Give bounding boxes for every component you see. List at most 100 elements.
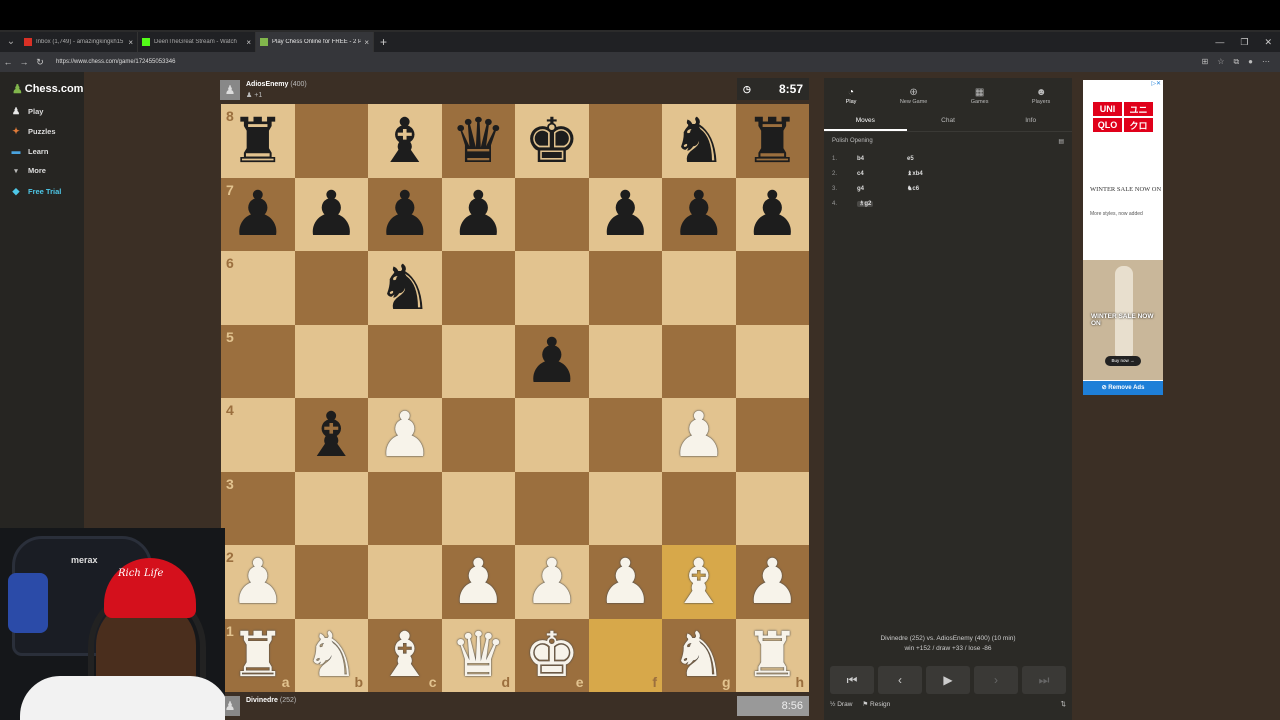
white-pawn-icon[interactable]: ♟ [597, 550, 653, 613]
ad-choices-icon[interactable]: ▷✕ [1151, 80, 1161, 87]
square-b1[interactable]: b ♞ [294, 618, 368, 692]
advertisement[interactable]: ▷✕ UNI ユニ QLO クロ WINTER SALE NOW ON More… [1083, 80, 1163, 395]
panel-players-button[interactable]: ☻ Players [1032, 87, 1050, 105]
square-f6[interactable] [588, 251, 662, 325]
square-e3[interactable] [515, 471, 589, 545]
sidebar-item-more[interactable]: ▾ More [10, 166, 46, 175]
panel-new-game-button[interactable]: ⊕ New Game [900, 87, 928, 105]
square-e8[interactable]: ♚ [515, 104, 589, 178]
square-f7[interactable]: ♟ [588, 177, 662, 251]
square-h2[interactable]: ♟ [735, 545, 809, 619]
white-bishop-icon[interactable]: ♝ [377, 624, 433, 686]
square-c8[interactable]: ♝ [368, 104, 442, 178]
black-pawn-icon[interactable]: ♟ [671, 183, 727, 245]
black-pawn-icon[interactable]: ♟ [450, 183, 506, 245]
square-c3[interactable] [368, 471, 442, 545]
white-rook-icon[interactable]: ♜ [230, 624, 286, 686]
tab-search-icon[interactable]: ⌄ [2, 33, 20, 51]
extensions-icon[interactable]: ⧉ [1233, 57, 1239, 67]
opponent-name[interactable]: AdiosEnemy (400) [246, 81, 307, 88]
white-king-icon[interactable]: ♚ [524, 624, 580, 686]
sidebar-item-play[interactable]: ♟ Play [10, 106, 43, 117]
last-move-button[interactable]: ⏭ [1022, 666, 1066, 694]
black-move[interactable]: e5 [907, 156, 957, 162]
square-b3[interactable] [294, 471, 368, 545]
sidebar-item-free-trial[interactable]: ◆ Free Trial [10, 186, 62, 197]
square-b2[interactable] [294, 545, 368, 619]
square-a3[interactable]: 3 [221, 471, 295, 545]
maximize-icon[interactable]: ❐ [1240, 37, 1248, 48]
white-pawn-icon[interactable]: ♟ [524, 550, 580, 613]
logo[interactable]: ♟ Chess.com [12, 82, 83, 96]
close-tab-icon[interactable]: × [364, 38, 369, 47]
square-d6[interactable] [441, 251, 515, 325]
white-pawn-icon[interactable]: ♟ [377, 403, 433, 466]
profile-icon[interactable]: ● [1248, 57, 1253, 67]
install-icon[interactable]: ⊞ [1202, 57, 1209, 67]
square-f5[interactable] [588, 324, 662, 398]
white-knight-icon[interactable]: ♞ [303, 624, 359, 686]
panel-games-button[interactable]: ▦ Games [971, 87, 989, 105]
flip-board-icon[interactable]: ⇅ [1061, 700, 1066, 708]
square-b8[interactable] [294, 104, 368, 178]
square-h6[interactable] [735, 251, 809, 325]
board-grid[interactable]: 8 ♜ ♝ ♛ ♚ ♞ ♜ 7 ♟ ♟ ♟ ♟ ♟ ♟ ♟ 6 ♞ 5 ♟ 4 ♝ ♟ ♟ 3 2 ♟ ♟ ♟ ♟ ♝ ♟ 1 a ♜ b ♞ c ♝ d ♛… [221, 104, 809, 692]
square-h3[interactable] [735, 471, 809, 545]
previous-move-button[interactable]: ‹ [878, 666, 922, 694]
square-c1[interactable]: c ♝ [368, 618, 442, 692]
close-tab-icon[interactable]: × [246, 38, 251, 47]
white-pawn-icon[interactable]: ♟ [230, 550, 286, 613]
star-icon[interactable]: ☆ [1217, 57, 1224, 67]
square-d4[interactable] [441, 398, 515, 472]
black-rook-icon[interactable]: ♜ [744, 109, 800, 172]
square-g2[interactable]: ♝ [662, 545, 736, 619]
black-rook-icon[interactable]: ♜ [230, 109, 286, 172]
black-pawn-icon[interactable]: ♟ [230, 183, 286, 245]
square-b6[interactable] [294, 251, 368, 325]
square-h8[interactable]: ♜ [735, 104, 809, 178]
opening-name[interactable]: Polish Opening [832, 138, 873, 145]
square-c7[interactable]: ♟ [368, 177, 442, 251]
opponent-avatar[interactable]: ♟ [220, 80, 240, 100]
tab-chess[interactable]: Play Chess Online for FREE - 2 Players × [256, 32, 374, 52]
square-e1[interactable]: e ♚ [515, 618, 589, 692]
square-a6[interactable]: 6 [221, 251, 295, 325]
white-queen-icon[interactable]: ♛ [450, 624, 506, 686]
square-e7[interactable] [515, 177, 589, 251]
black-pawn-icon[interactable]: ♟ [377, 183, 433, 245]
tab-gmail[interactable]: Inbox (1,749) - amazingkingkh15 × [20, 32, 138, 52]
black-move[interactable]: ♞c6 [907, 185, 957, 192]
square-a5[interactable]: 5 [221, 324, 295, 398]
square-f3[interactable] [588, 471, 662, 545]
square-f2[interactable]: ♟ [588, 545, 662, 619]
square-b7[interactable]: ♟ [294, 177, 368, 251]
square-f4[interactable] [588, 398, 662, 472]
square-h5[interactable] [735, 324, 809, 398]
black-pawn-icon[interactable]: ♟ [597, 183, 653, 245]
square-f8[interactable] [588, 104, 662, 178]
square-e4[interactable] [515, 398, 589, 472]
square-g6[interactable] [662, 251, 736, 325]
minimize-icon[interactable]: — [1215, 37, 1224, 47]
white-bishop-icon[interactable]: ♝ [671, 550, 727, 613]
panel-play-button[interactable]: ◔ Play [846, 87, 857, 105]
black-move[interactable]: ♝xb4 [907, 170, 957, 177]
tab-moves[interactable]: Moves [824, 110, 907, 131]
square-e2[interactable]: ♟ [515, 545, 589, 619]
player-name[interactable]: Divinedre (252) [246, 697, 296, 704]
square-g7[interactable]: ♟ [662, 177, 736, 251]
black-queen-icon[interactable]: ♛ [450, 109, 506, 172]
chess-board[interactable]: 8 ♜ ♝ ♛ ♚ ♞ ♜ 7 ♟ ♟ ♟ ♟ ♟ ♟ ♟ 6 ♞ 5 ♟ 4 ♝ ♟ ♟ 3 2 ♟ ♟ ♟ ♟ ♝ ♟ 1 a ♜ b ♞ c ♝ d ♛… [221, 104, 809, 692]
square-h1[interactable]: h ♜ [735, 618, 809, 692]
draw-button[interactable]: ½ Draw [830, 701, 852, 708]
square-h7[interactable]: ♟ [735, 177, 809, 251]
black-king-icon[interactable]: ♚ [524, 109, 580, 172]
play-button[interactable]: ▶ [926, 666, 970, 694]
square-g8[interactable]: ♞ [662, 104, 736, 178]
sidebar-item-puzzles[interactable]: ✦ Puzzles [10, 126, 55, 137]
back-icon[interactable]: ← [0, 57, 16, 67]
white-move[interactable]: c4 [857, 171, 907, 177]
black-knight-icon[interactable]: ♞ [377, 256, 433, 319]
square-g3[interactable] [662, 471, 736, 545]
square-d8[interactable]: ♛ [441, 104, 515, 178]
